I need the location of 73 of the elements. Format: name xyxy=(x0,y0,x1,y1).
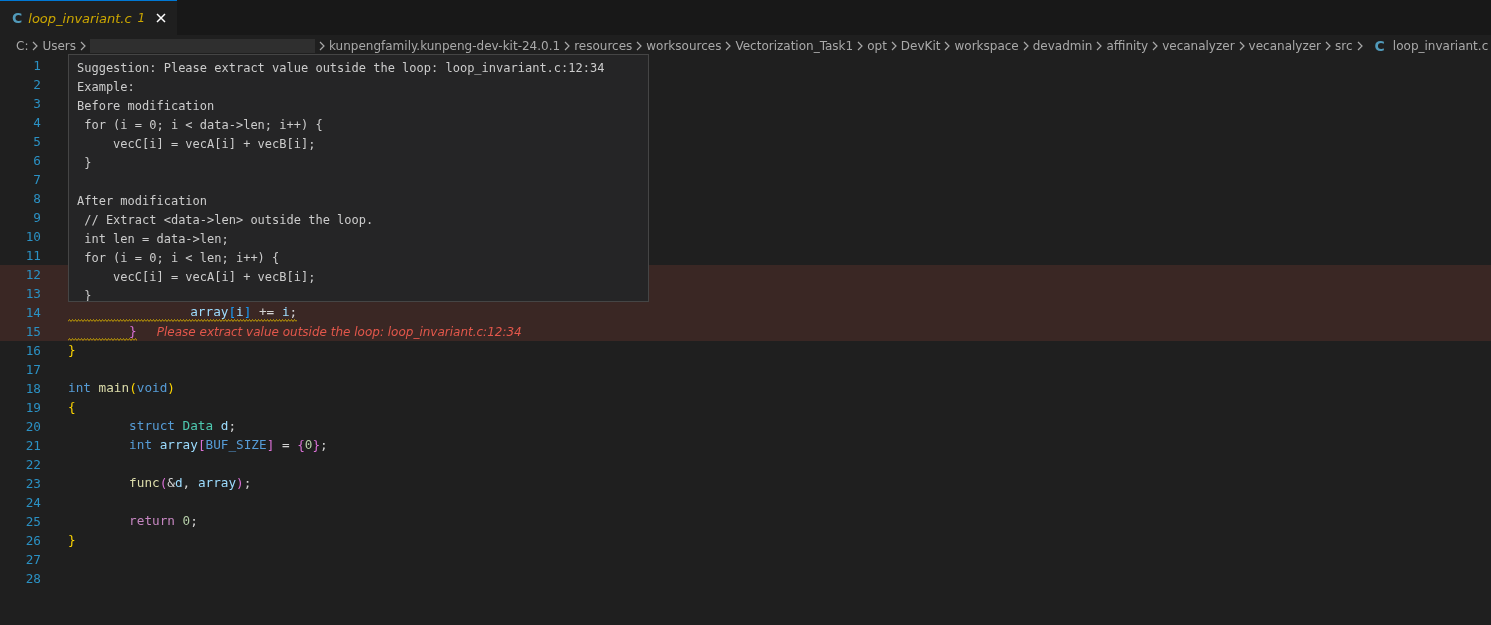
line-number: 28 xyxy=(24,571,41,586)
close-icon[interactable] xyxy=(155,12,168,24)
line-number: 2 xyxy=(32,77,41,92)
chevron-icon xyxy=(1237,40,1246,51)
breadcrumb-item[interactable]: worksources xyxy=(646,38,722,53)
line-number: 1 xyxy=(32,58,41,73)
code-line: int main(void) xyxy=(68,379,175,397)
breadcrumb-item[interactable]: vecanalyzer xyxy=(1248,38,1322,53)
line-number: 8 xyxy=(32,191,41,206)
problem-count: 1 xyxy=(137,11,146,25)
code-line: func(&d, array); xyxy=(128,474,252,492)
breadcrumb-item[interactable]: Vectorization_Task1 xyxy=(735,38,854,53)
line-number: 11 xyxy=(24,248,41,263)
chevron-icon xyxy=(1355,40,1364,51)
breadcrumb-item[interactable]: workspace xyxy=(954,38,1019,53)
code-line: int array[BUF_SIZE] = {0}; xyxy=(128,436,328,454)
line-number: 13 xyxy=(24,286,41,301)
breadcrumb-item[interactable]: src xyxy=(1335,38,1353,53)
breadcrumb-item[interactable]: DevKit xyxy=(900,38,941,53)
line-number: 27 xyxy=(24,552,41,567)
code-line: } xyxy=(68,531,76,549)
line-number: 5 xyxy=(32,134,41,149)
chevron-icon xyxy=(1324,40,1333,51)
file-type-icon: C xyxy=(1374,37,1385,54)
line-number: 10 xyxy=(24,229,41,244)
chevron-icon xyxy=(635,40,644,51)
line-number: 7 xyxy=(32,172,41,187)
line-number: 4 xyxy=(32,115,41,130)
line-number: 3 xyxy=(32,96,41,111)
line-number: 26 xyxy=(24,533,41,548)
breadcrumb-item[interactable]: vecanalyzer xyxy=(1162,38,1235,53)
line-number: 18 xyxy=(24,381,41,396)
breadcrumb-item[interactable]: C: xyxy=(16,38,29,53)
line-number: 16 xyxy=(24,343,41,358)
file-type-icon: C xyxy=(12,10,23,26)
chevron-icon xyxy=(79,40,88,51)
line-number: 20 xyxy=(24,419,41,434)
line-number: 12 xyxy=(24,267,41,282)
line-number: 15 xyxy=(24,324,41,339)
line-number: 21 xyxy=(24,438,41,453)
chevron-icon xyxy=(318,40,327,51)
chevron-icon xyxy=(943,40,952,51)
breadcrumb-item[interactable]: devadmin xyxy=(1032,38,1093,53)
breadcrumb-item[interactable]: affinity xyxy=(1106,38,1149,53)
code-line: { xyxy=(68,398,76,416)
chevron-icon xyxy=(1095,40,1104,51)
line-number: 9 xyxy=(32,210,41,225)
line-number: 24 xyxy=(24,495,41,510)
chevron-icon xyxy=(563,40,572,51)
tab-label: loop_invariant.c xyxy=(28,10,132,26)
chevron-icon xyxy=(1151,40,1160,51)
breadcrumb-item[interactable]: loop_invariant.c xyxy=(1392,38,1489,53)
line-number: 17 xyxy=(24,362,41,377)
line-number: 23 xyxy=(24,476,41,491)
editor-tab[interactable]: C loop_invariant.c 1 xyxy=(0,0,178,35)
chevron-icon xyxy=(31,40,40,51)
line-number: 6 xyxy=(32,153,41,168)
breadcrumb-item[interactable]: opt xyxy=(867,38,887,53)
line-number: 19 xyxy=(24,400,41,415)
chevron-icon xyxy=(724,40,733,51)
line-number: 25 xyxy=(24,514,41,529)
code-line: return 0; xyxy=(128,512,198,530)
breadcrumb-item[interactable]: Users xyxy=(42,38,77,53)
breadcrumb-item[interactable]: kunpengfamily.kunpeng-dev-kit-24.0.1 xyxy=(329,38,561,53)
line-number: 14 xyxy=(24,305,41,320)
chevron-icon xyxy=(1021,40,1030,51)
chevron-icon xyxy=(889,40,898,51)
code-line: struct Data d; xyxy=(128,417,237,435)
code-line: } xyxy=(68,341,76,359)
diagnostic-message: Please extract value outside the loop: loop_invariant.c:12:34 xyxy=(156,324,522,339)
chevron-icon xyxy=(856,40,865,51)
line-number: 22 xyxy=(24,457,41,472)
breadcrumb-item[interactable]: resources xyxy=(574,38,633,53)
